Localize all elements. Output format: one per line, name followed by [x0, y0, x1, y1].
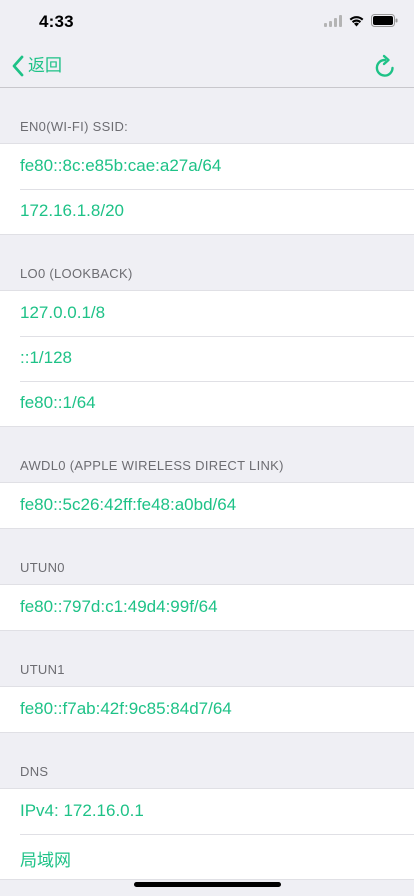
- section-lo0: 127.0.0.1/8 ::1/128 fe80::1/64: [0, 290, 414, 427]
- list-item[interactable]: 172.16.1.8/20: [0, 189, 414, 234]
- refresh-icon: [375, 54, 394, 77]
- section-header: UTUN1: [0, 631, 414, 686]
- list-item[interactable]: 局域网: [0, 834, 414, 879]
- back-label: 返回: [28, 56, 62, 75]
- chevron-left-icon: [12, 55, 24, 77]
- address-value: IPv4: 172.16.0.1: [20, 801, 144, 820]
- section-header-label: AWDL0 (APPLE WIRELESS DIRECT LINK): [20, 458, 284, 473]
- address-value: fe80::f7ab:42f:9c85:84d7/64: [20, 699, 232, 718]
- status-time: 4:33: [39, 12, 74, 31]
- interface-list: EN0(WI-FI) SSID: fe80::8c:e85b:cae:a27a/…: [0, 88, 414, 880]
- address-value: fe80::797d:c1:49d4:99f/64: [20, 597, 218, 616]
- home-indicator[interactable]: [134, 882, 281, 887]
- status-icons: [324, 14, 398, 27]
- address-value: fe80::1/64: [20, 393, 96, 412]
- battery-icon: [371, 14, 398, 27]
- navigation-bar: 返回: [0, 44, 414, 88]
- section-header-label: UTUN1: [20, 662, 65, 677]
- list-item[interactable]: fe80::797d:c1:49d4:99f/64: [0, 585, 414, 630]
- section-header: UTUN0: [0, 529, 414, 584]
- back-button[interactable]: 返回: [12, 54, 62, 78]
- section-utun1: fe80::f7ab:42f:9c85:84d7/64: [0, 686, 414, 733]
- list-item[interactable]: ::1/128: [0, 336, 414, 381]
- list-item[interactable]: fe80::5c26:42ff:fe48:a0bd/64: [0, 483, 414, 528]
- section-en0: fe80::8c:e85b:cae:a27a/64 172.16.1.8/20: [0, 143, 414, 235]
- section-header: AWDL0 (APPLE WIRELESS DIRECT LINK): [0, 427, 414, 482]
- refresh-button[interactable]: [374, 54, 396, 83]
- section-header-label: EN0(WI-FI) SSID:: [20, 119, 129, 134]
- section-header-label: LO0 (LOOKBACK): [20, 266, 133, 281]
- address-value: ::1/128: [20, 348, 72, 367]
- address-value: 局域网: [20, 851, 71, 870]
- section-header: DNS: [0, 733, 414, 788]
- address-value: fe80::8c:e85b:cae:a27a/64: [20, 156, 222, 175]
- list-item[interactable]: 127.0.0.1/8: [0, 291, 414, 336]
- section-header-label: DNS: [20, 764, 49, 779]
- wifi-icon: [349, 15, 364, 26]
- section-header-label: UTUN0: [20, 560, 65, 575]
- list-item[interactable]: IPv4: 172.16.0.1: [0, 789, 414, 834]
- address-value: 172.16.1.8/20: [20, 201, 124, 220]
- list-item[interactable]: fe80::1/64: [0, 381, 414, 426]
- section-header: LO0 (LOOKBACK): [0, 235, 414, 290]
- list-item[interactable]: fe80::f7ab:42f:9c85:84d7/64: [0, 687, 414, 732]
- section-awdl0: fe80::5c26:42ff:fe48:a0bd/64: [0, 482, 414, 529]
- section-header: EN0(WI-FI) SSID:: [0, 88, 414, 143]
- section-utun0: fe80::797d:c1:49d4:99f/64: [0, 584, 414, 631]
- address-value: 127.0.0.1/8: [20, 303, 106, 322]
- status-bar: 4:33: [0, 0, 414, 44]
- list-item[interactable]: fe80::8c:e85b:cae:a27a/64: [0, 144, 414, 189]
- address-value: fe80::5c26:42ff:fe48:a0bd/64: [20, 495, 237, 514]
- signal-icon: [324, 14, 342, 27]
- section-dns: IPv4: 172.16.0.1 局域网: [0, 788, 414, 880]
